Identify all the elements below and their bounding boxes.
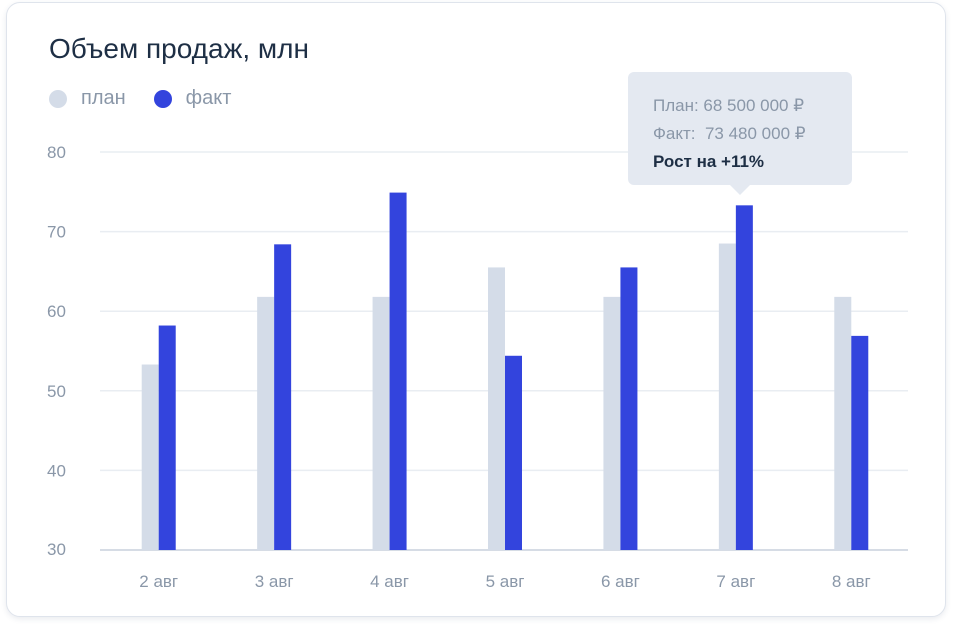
tooltip: План: 68 500 000 ₽ Факт: 73 480 000 ₽ Ро… — [628, 72, 852, 185]
tooltip-fact: Факт: 73 480 000 ₽ — [653, 124, 806, 143]
tooltip-arrow — [730, 185, 750, 195]
y-tick-label: 60 — [47, 302, 66, 321]
bar-fact[interactable] — [505, 355, 522, 550]
y-tick-label: 40 — [47, 461, 66, 480]
tooltip-growth: Рост на +11% — [653, 152, 765, 171]
x-tick-label: 6 авг — [601, 572, 640, 591]
y-tick-label: 50 — [47, 382, 66, 401]
bar-plan[interactable] — [141, 364, 159, 550]
x-tick-label: 2 авг — [139, 572, 178, 591]
y-tick-label: 70 — [47, 223, 66, 242]
bar-fact[interactable] — [735, 205, 753, 550]
bar-plan[interactable] — [603, 296, 621, 550]
bar-plan[interactable] — [834, 296, 852, 550]
y-tick-label: 80 — [47, 143, 66, 162]
bar-fact[interactable] — [389, 192, 407, 550]
bar-fact[interactable] — [620, 267, 638, 550]
bar-fact[interactable] — [851, 335, 869, 550]
x-tick-label: 3 авг — [255, 572, 294, 591]
bar-plan[interactable] — [718, 243, 736, 551]
bar-plan[interactable] — [488, 267, 505, 550]
x-tick-label: 8 авг — [832, 572, 871, 591]
x-tick-label: 5 авг — [486, 572, 525, 591]
x-tick-label: 7 авг — [716, 572, 755, 591]
x-tick-label: 4 авг — [370, 572, 409, 591]
bar-plan[interactable] — [372, 296, 390, 550]
tooltip-plan: План: 68 500 000 ₽ — [653, 96, 805, 115]
bar-fact[interactable] — [158, 325, 176, 550]
bar-fact[interactable] — [274, 244, 292, 550]
bar-plan[interactable] — [257, 296, 275, 550]
y-tick-label: 30 — [47, 540, 66, 559]
